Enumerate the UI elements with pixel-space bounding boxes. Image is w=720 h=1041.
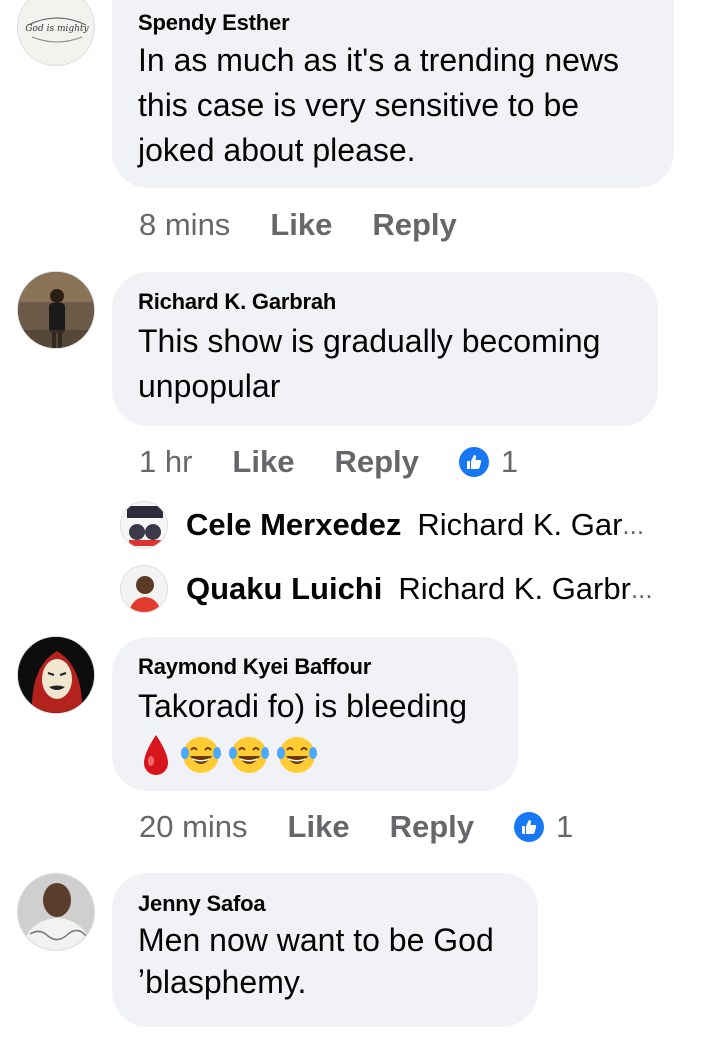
tears-of-joy-icon xyxy=(181,737,221,773)
reply-ellipsis: ... xyxy=(630,573,653,604)
drop-of-blood-icon xyxy=(144,735,168,775)
avatar-photo-icon xyxy=(121,502,167,548)
avatar[interactable] xyxy=(120,501,168,549)
reply-item[interactable]: Cele Merxedez Richard K. Gar... xyxy=(120,500,644,550)
reply-author[interactable]: Cele Merxedez xyxy=(186,507,401,543)
reaction-number: 1 xyxy=(500,444,519,479)
reply-item[interactable]: Quaku Luichi Richard K. Garbr... xyxy=(120,564,653,614)
comment-time[interactable]: 20 mins xyxy=(139,809,248,845)
avatar[interactable]: God is mighty xyxy=(17,0,95,66)
tears-of-joy-icon xyxy=(229,737,269,773)
reply-ellipsis: ... xyxy=(622,509,645,540)
reply-preview: Richard K. Garbr xyxy=(398,571,631,606)
comment-actions: 1 hr Like Reply 1 xyxy=(139,442,518,482)
avatar-photo-icon xyxy=(18,272,94,348)
avatar-photo-icon xyxy=(18,874,94,950)
comment-text: In as much as it's a trending news this … xyxy=(138,42,620,168)
thumbs-up-icon xyxy=(514,812,544,842)
reply-button[interactable]: Reply xyxy=(372,207,456,243)
tears-of-joy-icon xyxy=(277,737,317,773)
comment-author[interactable]: Spendy Esther xyxy=(138,10,648,36)
like-button[interactable]: Like xyxy=(270,207,332,243)
avatar-photo-icon xyxy=(121,566,167,612)
reply-author[interactable]: Quaku Luichi xyxy=(186,571,382,607)
avatar[interactable] xyxy=(17,636,95,714)
comment-bubble: Richard K. Garbrah This show is graduall… xyxy=(112,272,658,426)
comment-author[interactable]: Raymond Kyei Baffour xyxy=(138,654,492,680)
avatar[interactable] xyxy=(17,873,95,951)
avatar-mask-icon xyxy=(18,637,94,713)
comment-bubble: Jenny Safoa Men now want to be God ʼblas… xyxy=(112,873,538,1027)
emoji-row xyxy=(138,731,492,779)
svg-text:God is mighty: God is mighty xyxy=(25,24,89,34)
comment-author[interactable]: Jenny Safoa xyxy=(138,891,512,917)
thumbs-up-icon xyxy=(458,447,489,477)
like-button[interactable]: Like xyxy=(288,809,350,845)
comment-actions: 8 mins Like Reply xyxy=(139,205,497,245)
comment-bubble: Raymond Kyei Baffour Takoradi fo) is ble… xyxy=(112,637,518,791)
comment-text: This show is gradually becoming unpopula… xyxy=(138,323,601,404)
comment-text: Men now want to be God ʼblasphemy. xyxy=(138,922,494,1000)
avatar[interactable] xyxy=(120,565,168,613)
comment-bubble: Spendy Esther In as much as it's a trend… xyxy=(112,0,674,188)
reaction-count[interactable]: 1 xyxy=(458,444,519,480)
reply-preview: Richard K. Gar xyxy=(417,507,623,542)
reaction-count[interactable]: 1 xyxy=(514,809,573,845)
avatar-logo-icon: God is mighty xyxy=(21,0,93,64)
like-button[interactable]: Like xyxy=(232,444,294,480)
comment-author[interactable]: Richard K. Garbrah xyxy=(138,289,632,315)
reply-button[interactable]: Reply xyxy=(334,444,418,480)
reply-button[interactable]: Reply xyxy=(390,809,474,845)
comment-text: Takoradi fo) is bleeding xyxy=(138,688,468,724)
comment-actions: 20 mins Like Reply 1 xyxy=(139,807,573,847)
avatar[interactable] xyxy=(17,271,95,349)
comment-time[interactable]: 1 hr xyxy=(139,444,192,480)
reaction-number: 1 xyxy=(556,809,574,844)
comment-time[interactable]: 8 mins xyxy=(139,207,230,243)
